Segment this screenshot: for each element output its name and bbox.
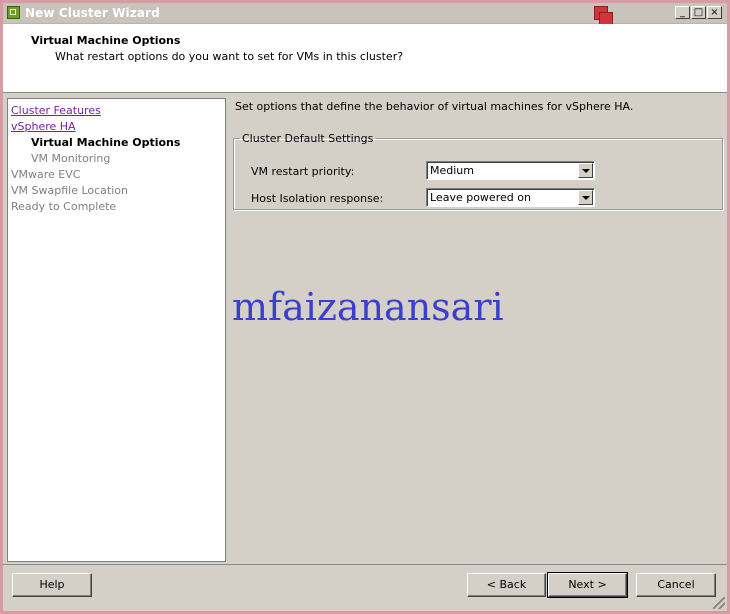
cancel-button[interactable]: Cancel — [636, 573, 716, 597]
title-bar[interactable]: New Cluster Wizard _ □ × — [3, 3, 727, 26]
nav-item-vm-swapfile-location: VM Swapfile Location — [11, 184, 128, 197]
content-description: Set options that define the behavior of … — [235, 100, 634, 113]
back-button[interactable]: < Back — [467, 573, 546, 597]
help-button[interactable]: Help — [12, 573, 92, 597]
maximize-button[interactable]: □ — [691, 6, 706, 19]
vsphere-app-icon — [7, 6, 20, 19]
chevron-down-icon[interactable] — [578, 163, 593, 178]
group-legend: Cluster Default Settings — [242, 132, 374, 145]
isolation-response-select[interactable]: Leave powered on — [426, 188, 595, 207]
next-button[interactable]: Next > — [547, 572, 628, 598]
nav-item-vmware-evc: VMware EVC — [11, 168, 81, 181]
restart-priority-value: Medium — [430, 164, 474, 177]
content-panel: Set options that define the behavior of … — [229, 98, 727, 562]
footer-divider — [3, 564, 727, 565]
page-title: Virtual Machine Options — [31, 34, 181, 47]
wizard-window: New Cluster Wizard _ □ × Virtual Machine… — [0, 0, 730, 614]
nav-item-cluster-features[interactable]: Cluster Features — [11, 104, 101, 117]
watermark-text: mfaizanansari — [232, 285, 504, 329]
close-button[interactable]: × — [707, 6, 722, 19]
window-title: New Cluster Wizard — [25, 6, 160, 20]
chevron-down-icon[interactable] — [578, 190, 593, 205]
stacked-windows-icon — [592, 6, 614, 26]
restart-priority-select[interactable]: Medium — [426, 161, 595, 180]
isolation-response-value: Leave powered on — [430, 191, 531, 204]
page-subtitle: What restart options do you want to set … — [55, 50, 404, 63]
wizard-header: Virtual Machine Options What restart opt… — [3, 24, 727, 93]
nav-item-vm-monitoring: VM Monitoring — [31, 152, 111, 165]
wizard-steps-nav: Cluster Features vSphere HA Virtual Mach… — [7, 98, 226, 562]
minimize-button[interactable]: _ — [675, 6, 690, 19]
nav-item-ready-to-complete: Ready to Complete — [11, 200, 117, 213]
resize-grip-icon[interactable] — [713, 597, 725, 609]
nav-item-virtual-machine-options: Virtual Machine Options — [31, 136, 181, 149]
cluster-default-settings-group: Cluster Default Settings VM restart prio… — [233, 132, 723, 210]
restart-priority-label: VM restart priority: — [251, 165, 355, 178]
nav-item-vsphere-ha[interactable]: vSphere HA — [11, 120, 76, 133]
isolation-response-label: Host Isolation response: — [251, 192, 384, 205]
